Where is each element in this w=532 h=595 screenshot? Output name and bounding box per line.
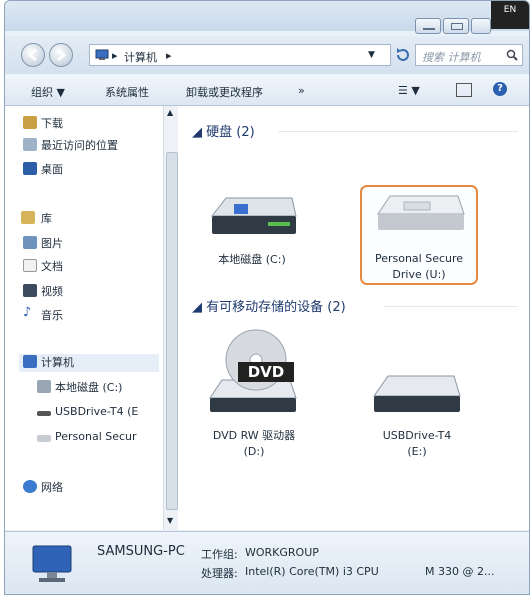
computer-icon — [23, 355, 37, 368]
processor-label: 处理器: — [201, 567, 238, 580]
nav-item-downloads[interactable]: 下载 — [23, 115, 63, 133]
dvd-drive-label-line1: DVD RW 驱动器 — [212, 429, 296, 442]
navigation-pane: 下载 最近访问的位置 桌面 库 图片 文档 视频 ♪ 音乐 计算机 本地磁盘 (… — [5, 106, 163, 530]
usb-drive-label-line1: USBDrive-T4 — [382, 429, 452, 442]
nav-item-desktop[interactable]: 桌面 — [23, 161, 63, 179]
usb-drive-drive-icon[interactable] — [370, 372, 462, 423]
local-disk-label: 本地磁盘 (C:) — [218, 253, 286, 266]
search-input[interactable]: 搜索 计算机 — [415, 44, 523, 66]
navigation-scrollbar[interactable]: ▲ ▼ — [163, 106, 178, 530]
search-placeholder: 搜索 计算机 — [422, 51, 481, 64]
usb-drive-icon — [37, 411, 51, 416]
secure-drive-drive-icon[interactable] — [374, 192, 466, 239]
computer-icon — [32, 545, 72, 582]
breadcrumb-separator: ▸ — [166, 49, 172, 62]
nav-item-computer[interactable]: 计算机 — [19, 354, 159, 372]
local-disk-icon — [37, 380, 51, 393]
group-header-hard-disks[interactable]: ◢ 硬盘 (2) — [192, 121, 255, 140]
back-arrow-icon — [28, 49, 37, 61]
back-button[interactable] — [21, 43, 45, 67]
close-button[interactable] — [471, 18, 491, 34]
videos-icon — [23, 284, 37, 297]
dvd-badge: DVD — [248, 363, 285, 381]
address-row: ▸ 计算机 ▸ ▼ 搜索 计算机 — [5, 36, 529, 74]
nav-item-music[interactable]: ♪ 音乐 — [23, 305, 63, 325]
address-dropdown-icon[interactable]: ▼ — [368, 50, 375, 60]
workgroup-value: WORKGROUP — [245, 546, 319, 559]
refresh-button[interactable] — [393, 44, 413, 66]
address-bar[interactable]: ▸ 计算机 ▸ ▼ — [89, 44, 391, 66]
usb-drive-label-line2: (E:) — [407, 445, 427, 458]
network-icon — [23, 480, 37, 493]
search-icon — [506, 49, 518, 61]
dvd-drive-icon[interactable]: DVD — [206, 328, 298, 423]
uninstall-program-button[interactable]: 卸载或更改程序 — [186, 84, 263, 100]
downloads-folder-icon — [23, 116, 37, 129]
pictures-icon — [23, 236, 37, 249]
details-pane: SAMSUNG-PC 工作组: WORKGROUP 处理器: Intel(R) … — [5, 531, 529, 594]
preview-pane-icon[interactable] — [456, 83, 472, 97]
nav-item-pictures[interactable]: 图片 — [23, 235, 63, 253]
group-divider — [278, 131, 518, 132]
computer-icon — [95, 49, 109, 60]
breadcrumb-computer[interactable]: 计算机 — [124, 49, 157, 65]
workgroup-label: 工作组: — [201, 548, 238, 561]
nav-item-recent[interactable]: 最近访问的位置 — [23, 137, 118, 155]
explorer-window: EN ▸ 计算机 ▸ ▼ 搜索 计算机 组织 ▼ 系统属性 卸载或更改程序 » … — [4, 0, 530, 595]
recent-places-icon — [23, 138, 37, 151]
group-divider — [384, 306, 518, 307]
nav-item-videos[interactable]: 视频 — [23, 283, 63, 301]
desktop-icon — [23, 162, 37, 175]
nav-item-usb-drive[interactable]: USBDrive-T4 (E — [37, 405, 138, 423]
more-commands-button[interactable]: » — [298, 84, 305, 97]
system-properties-button[interactable]: 系统属性 — [105, 84, 149, 100]
organize-menu[interactable]: 组织 ▼ — [31, 84, 65, 100]
maximize-button[interactable] — [443, 18, 469, 34]
libraries-icon — [21, 211, 35, 224]
help-icon[interactable]: ? — [493, 82, 507, 96]
secure-drive-icon — [37, 435, 51, 442]
view-options-button[interactable]: ☰ ▼ — [398, 84, 420, 97]
breadcrumb-separator: ▸ — [112, 49, 118, 62]
secure-drive-label-line2: Drive (U:) — [392, 268, 446, 281]
computer-name: SAMSUNG-PC — [97, 544, 185, 559]
music-icon: ♪ — [23, 305, 32, 320]
nav-item-libraries[interactable]: 库 — [21, 210, 52, 228]
nav-item-documents[interactable]: 文档 — [23, 258, 63, 276]
secure-drive-label-line1: Personal Secure — [374, 252, 464, 265]
refresh-icon — [397, 48, 409, 61]
nav-item-secure-drive[interactable]: Personal Secur — [37, 430, 137, 448]
nav-item-network[interactable]: 网络 — [23, 479, 63, 497]
documents-icon — [23, 259, 37, 272]
processor-model: M 330 @ 2... — [425, 565, 495, 578]
scroll-down-icon[interactable]: ▼ — [167, 516, 173, 525]
command-bar: 组织 ▼ 系统属性 卸载或更改程序 » ☰ ▼ ? — [5, 75, 529, 106]
local-disk-drive-icon[interactable] — [206, 194, 298, 247]
minimize-button[interactable] — [415, 18, 441, 34]
nav-item-local-disk[interactable]: 本地磁盘 (C:) — [37, 379, 122, 397]
processor-value: Intel(R) Core(TM) i3 CPU — [245, 565, 379, 578]
language-indicator[interactable]: EN — [491, 1, 529, 29]
forward-button[interactable] — [49, 43, 73, 67]
content-pane: ◢ 硬盘 (2) 本地磁盘 (C:) Personal Secure Drive… — [178, 106, 529, 530]
dvd-drive-label-line2: (D:) — [243, 445, 265, 458]
group-header-removable[interactable]: ◢ 有可移动存储的设备 (2) — [192, 296, 346, 315]
title-bar: EN — [5, 1, 529, 34]
forward-arrow-icon — [57, 49, 66, 61]
scroll-up-icon[interactable]: ▲ — [167, 108, 173, 117]
scrollbar-thumb[interactable] — [166, 152, 178, 510]
